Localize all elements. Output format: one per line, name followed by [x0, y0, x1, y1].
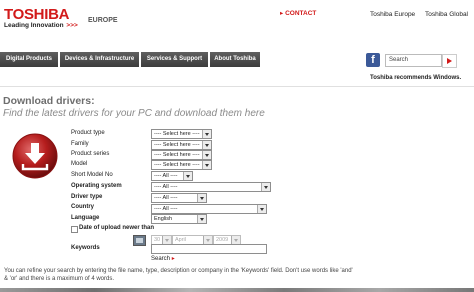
chevron-down-icon [231, 236, 240, 244]
model-label: Model [71, 161, 88, 167]
country-label: Country [71, 204, 94, 210]
driver-type-select[interactable]: ---- All ---- [151, 193, 207, 203]
search-button-label: Search [151, 256, 171, 262]
operating-system-label: Operating system [71, 183, 122, 189]
operating-system-select[interactable]: ---- All ---- [151, 182, 271, 192]
tagline-text: Leading Innovation [4, 22, 64, 29]
keywords-label: Keywords [71, 245, 100, 251]
date-upload-label: Date of upload newer than [79, 225, 155, 231]
tagline-arrows: >>> [66, 22, 78, 29]
contact-link[interactable]: ▸ CONTACT [280, 9, 316, 17]
country-value: ---- All ---- [154, 206, 178, 212]
facebook-icon[interactable]: f [366, 53, 380, 67]
toshiba-logo[interactable]: TOSHIBA [4, 6, 69, 23]
youtube-icon[interactable] [442, 54, 457, 68]
product-type-value: ---- Select here ---- [154, 131, 200, 137]
footer-image-strip [0, 288, 474, 292]
play-icon [447, 58, 452, 64]
short-model-label: Short Model No [71, 172, 113, 178]
operating-system-value: ---- All ---- [154, 184, 178, 190]
language-select[interactable]: English [151, 214, 207, 224]
search-button[interactable]: Search ▸ [151, 255, 175, 262]
tagline: Leading Innovation >>> [4, 22, 78, 29]
download-icon [12, 133, 58, 179]
family-value: ---- Select here ---- [154, 142, 200, 148]
country-select[interactable]: ---- All ---- [151, 204, 267, 214]
product-type-label: Product type [71, 130, 105, 136]
nav-item-about-toshiba[interactable]: About Toshiba [210, 52, 260, 67]
chevron-down-icon [197, 194, 206, 202]
family-select[interactable]: ---- Select here ---- [151, 140, 212, 150]
chevron-down-icon [202, 130, 211, 138]
nav-item-digital-products[interactable]: Digital Products [0, 52, 58, 67]
page-subtitle: Find the latest drivers for your PC and … [3, 108, 265, 119]
contact-label: CONTACT [285, 10, 317, 17]
windows-recommendation: Toshiba recommends Windows. [370, 75, 462, 81]
chevron-down-icon [183, 172, 192, 180]
chevron-down-icon [203, 236, 212, 244]
region-label: EUROPE [88, 17, 118, 24]
product-series-select[interactable]: ---- Select here ---- [151, 150, 212, 160]
language-value: English [154, 216, 173, 222]
date-day-value: 30 [154, 237, 161, 243]
short-model-value: ---- All ---- [154, 173, 178, 179]
product-series-value: ---- Select here ---- [154, 152, 200, 158]
driver-type-label: Driver type [71, 194, 103, 200]
date-year-value: 2009 [216, 237, 229, 243]
calendar-icon[interactable] [133, 235, 146, 246]
product-series-label: Product series [71, 151, 110, 157]
product-type-select[interactable]: ---- Select here ---- [151, 129, 212, 139]
family-label: Family [71, 141, 89, 147]
chevron-down-icon [202, 151, 211, 159]
search-input[interactable]: Search [385, 54, 442, 67]
arrow-right-icon: ▸ [171, 256, 175, 262]
help-text: You can refine your search by entering t… [4, 268, 353, 282]
date-upload-checkbox[interactable] [71, 226, 78, 233]
date-month-value: April [175, 237, 187, 243]
chevron-down-icon [162, 236, 171, 244]
chevron-down-icon [202, 141, 211, 149]
language-label: Language [71, 215, 100, 221]
keywords-input[interactable] [151, 244, 267, 254]
chevron-down-icon [197, 215, 206, 223]
model-select[interactable]: ---- Select here ---- [151, 160, 212, 170]
toshiba-global-link[interactable]: Toshiba Global [425, 11, 468, 18]
contact-arrow-icon: ▸ [280, 10, 284, 17]
nav-item-devices-infrastructure[interactable]: Devices & Infrastructure [60, 52, 139, 67]
divider [0, 86, 474, 87]
short-model-select[interactable]: ---- All ---- [151, 171, 193, 181]
page-title: Download drivers: [3, 95, 95, 107]
chevron-down-icon [202, 161, 211, 169]
chevron-down-icon [257, 205, 266, 213]
toshiba-europe-link[interactable]: Toshiba Europe [370, 11, 415, 18]
chevron-down-icon [261, 183, 270, 191]
nav-item-services-support[interactable]: Services & Support [141, 52, 208, 67]
model-value: ---- Select here ---- [154, 162, 200, 168]
driver-type-value: ---- All ---- [154, 195, 178, 201]
